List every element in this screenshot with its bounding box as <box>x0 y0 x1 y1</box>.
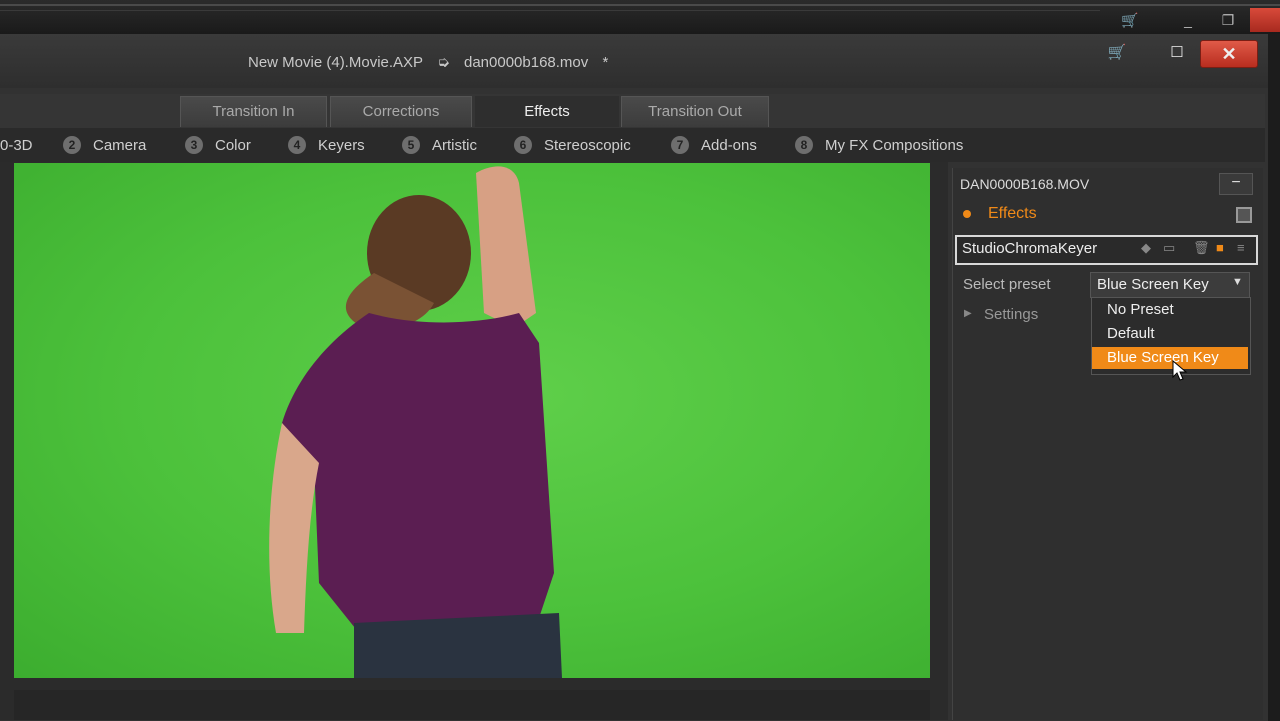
restore-icon[interactable]: ❐ <box>1214 10 1242 30</box>
tab-transition-in[interactable]: Transition In <box>180 96 327 127</box>
keyframe-icon[interactable]: ◆ <box>1141 240 1151 256</box>
category-3d[interactable]: 0-3D <box>0 136 33 156</box>
close-button[interactable]: ✕ <box>1200 40 1258 68</box>
outer-window-bar: 🛒 _ ❐ <box>0 0 1280 34</box>
effect-name: StudioChromaKeyer <box>962 240 1098 257</box>
dropdown-arrow-icon: ▼ <box>1232 276 1243 288</box>
select-preset-label: Select preset <box>963 276 1051 293</box>
cart-icon[interactable]: 🛒 <box>1116 10 1144 30</box>
settings-section-label[interactable]: Settings <box>984 306 1038 323</box>
mouse-cursor-icon <box>1172 360 1188 381</box>
minimize-icon[interactable]: _ <box>1174 10 1202 30</box>
panel-toggle-icon[interactable]: ▭ <box>1163 240 1175 256</box>
clip-filename: dan0000b168.mov <box>463 54 589 71</box>
panel-clip-name: DAN0000B168.MOV <box>960 176 1090 192</box>
maximize-icon: ☐ <box>1170 44 1184 61</box>
category-color[interactable]: 3 Color <box>185 136 251 156</box>
enable-indicator-icon[interactable]: ■ <box>1216 240 1224 255</box>
expand-arrow-icon[interactable]: ▶ <box>964 308 972 319</box>
category-my-fx-compositions[interactable]: 8 My FX Compositions <box>795 136 963 156</box>
window-title: New Movie (4).Movie.AXP ➭ dan0000b168.mo… <box>248 53 618 71</box>
drag-handle-icon[interactable]: ≡ <box>1237 240 1245 255</box>
category-artistic[interactable]: 5 Artistic <box>402 136 477 156</box>
title-arrow-icon: ➭ <box>437 54 450 71</box>
category-add-ons[interactable]: 7 Add-ons <box>671 136 757 156</box>
video-frame-image <box>269 166 562 678</box>
category-stereoscopic[interactable]: 6 Stereoscopic <box>514 136 631 156</box>
tab-effects[interactable]: Effects <box>475 96 619 127</box>
cart-icon: 🛒 <box>1107 44 1127 61</box>
modified-indicator: * <box>602 54 609 71</box>
outer-close-button[interactable] <box>1250 8 1280 32</box>
maximize-button[interactable]: ☐ <box>1160 40 1194 66</box>
preset-option-no-preset[interactable]: No Preset <box>1092 299 1248 321</box>
save-icon[interactable] <box>1236 207 1252 223</box>
project-name: New Movie (4).Movie.AXP <box>248 54 424 71</box>
effects-section-label: Effects <box>988 205 1037 222</box>
trash-icon[interactable]: 🗑 <box>1193 240 1210 256</box>
preset-option-default[interactable]: Default <box>1092 323 1248 345</box>
video-preview[interactable] <box>14 163 930 678</box>
effects-active-dot <box>963 210 971 218</box>
transport-bar <box>14 690 930 720</box>
cart-button[interactable]: 🛒 <box>1100 40 1134 66</box>
title-bar <box>0 34 1268 88</box>
category-camera[interactable]: 2 Camera <box>63 136 146 156</box>
category-keyers[interactable]: 4 Keyers <box>288 136 365 156</box>
tab-corrections[interactable]: Corrections <box>330 96 472 127</box>
preset-selected-value: Blue Screen Key <box>1097 276 1209 293</box>
tab-transition-out[interactable]: Transition Out <box>621 96 769 127</box>
close-icon: ✕ <box>1221 44 1237 64</box>
preset-option-blue-screen-key[interactable]: Blue Screen Key <box>1092 347 1248 369</box>
collapse-button[interactable]: − <box>1219 173 1253 195</box>
